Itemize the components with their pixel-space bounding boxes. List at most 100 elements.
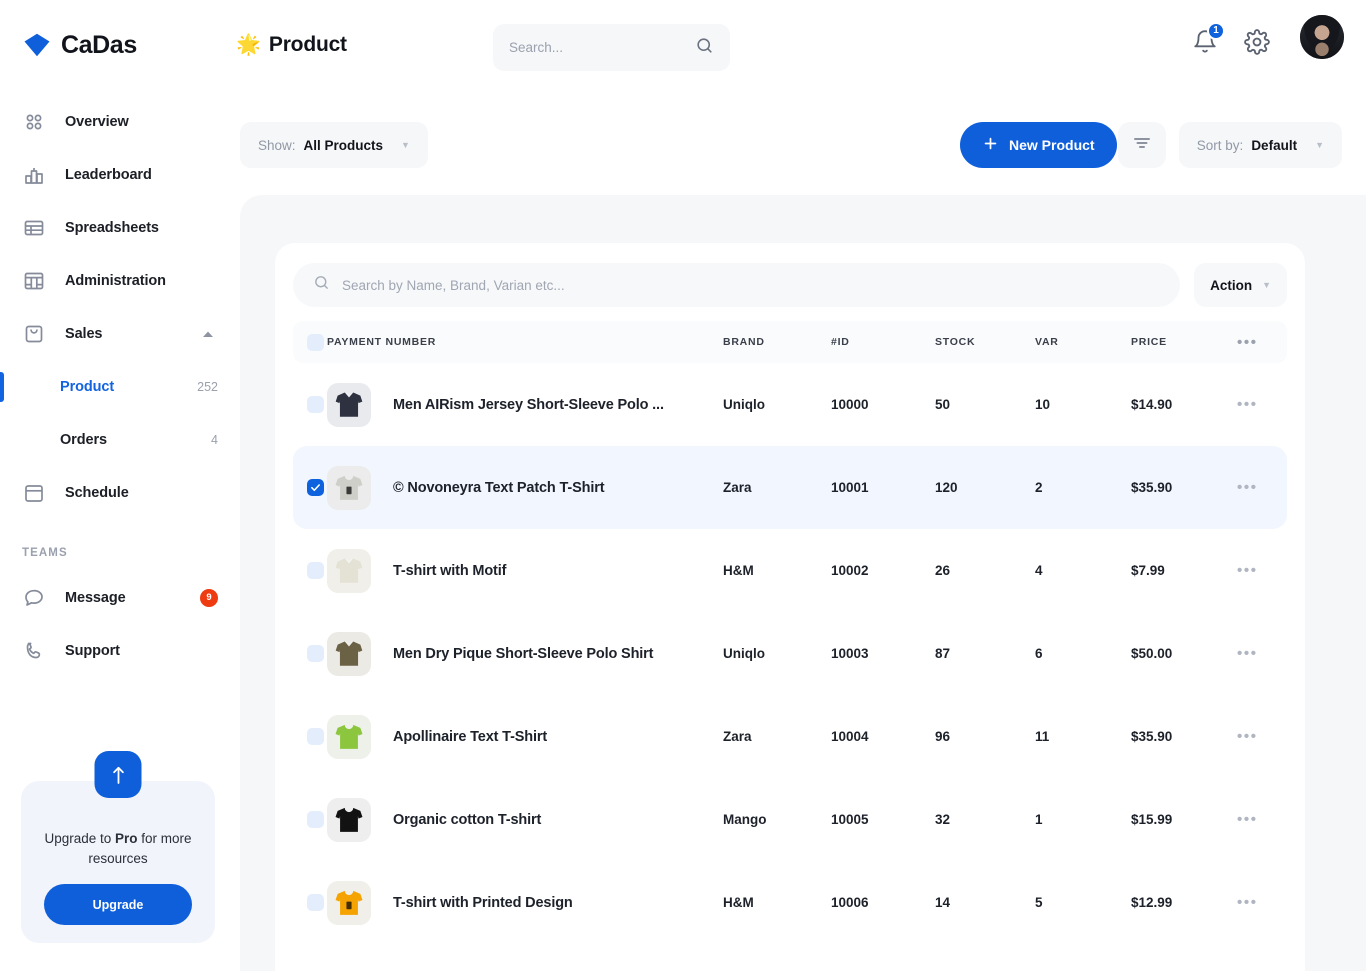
sidebar-item-leaderboard[interactable]: Leaderboard <box>0 148 240 201</box>
header-stock[interactable]: STOCK <box>935 321 1035 363</box>
row-checkbox[interactable] <box>307 396 324 413</box>
more-horizontal-icon[interactable]: ••• <box>1237 811 1258 828</box>
row-checkbox[interactable] <box>307 479 324 496</box>
sidebar-item-support[interactable]: Support <box>0 624 240 677</box>
row-checkbox[interactable] <box>307 645 324 662</box>
row-more-cell[interactable]: ••• <box>1237 695 1287 778</box>
sidebar-item-message[interactable]: Message 9 <box>0 571 240 624</box>
teams-section-label: TEAMS <box>22 547 68 559</box>
product-var: 4 <box>1035 563 1043 578</box>
row-select-cell[interactable] <box>293 363 327 446</box>
table-icon <box>22 216 46 240</box>
new-product-button[interactable]: New Product <box>960 122 1117 168</box>
chevron-down-icon: ▼ <box>1315 140 1324 150</box>
product-name: T-shirt with Motif <box>393 562 507 579</box>
avatar[interactable] <box>1300 15 1344 59</box>
row-name-cell: T-shirt with Motif <box>327 529 723 612</box>
more-horizontal-icon[interactable]: ••• <box>1237 396 1258 413</box>
header-id[interactable]: #ID <box>831 321 935 363</box>
sidebar-item-administration[interactable]: Administration <box>0 254 240 307</box>
table-header: PAYMENT NUMBER BRAND #ID STOCK VAR PRICE… <box>293 321 1287 363</box>
brand[interactable]: CaDas <box>22 30 137 60</box>
product-name: Apollinaire Text T-Shirt <box>393 728 548 745</box>
chevron-up-icon[interactable] <box>202 325 214 343</box>
avatar-image <box>1300 15 1344 59</box>
bell-icon[interactable]: 1 <box>1192 21 1225 55</box>
row-select-cell[interactable] <box>293 778 327 861</box>
table-row[interactable]: © Novoneyra Text Patch T-Shirt Zara 10001 1… <box>293 446 1287 529</box>
product-name: Organic cotton T-shirt <box>393 811 542 828</box>
table-row[interactable]: Men Dry Pique Short-Sleeve Polo Shirt Uni… <box>293 612 1287 695</box>
gear-icon[interactable] <box>1244 28 1270 55</box>
table-row[interactable]: Men AIRism Jersey Short-Sleeve Polo ... U… <box>293 363 1287 446</box>
more-horizontal-icon[interactable]: ••• <box>1237 645 1258 662</box>
product-name: T-shirt with Printed Design <box>393 894 573 911</box>
row-select-cell[interactable] <box>293 612 327 695</box>
product-id: 10003 <box>831 646 869 661</box>
product-thumbnail <box>327 797 371 842</box>
sidebar-item-spreadsheets[interactable]: Spreadsheets <box>0 201 240 254</box>
sort-label: Sort by: <box>1196 137 1244 153</box>
table-row[interactable]: T-shirt with Printed Design H&M 10006 14 5 $1… <box>293 861 1287 944</box>
header-brand[interactable]: BRAND <box>723 321 831 363</box>
header-var[interactable]: VAR <box>1035 321 1131 363</box>
more-horizontal-icon[interactable]: ••• <box>1237 562 1258 579</box>
product-price: $15.99 <box>1131 812 1173 827</box>
row-name-cell: Men Dry Pique Short-Sleeve Polo Shirt <box>327 612 723 695</box>
row-checkbox[interactable] <box>307 811 324 828</box>
header-more[interactable]: ••• <box>1237 321 1287 363</box>
products-table: PAYMENT NUMBER BRAND #ID STOCK VAR PRICE… <box>293 321 1287 944</box>
select-all-checkbox[interactable] <box>307 333 324 351</box>
global-search-placeholder: Search... <box>509 40 564 55</box>
sidebar-item-orders[interactable]: Orders 4 <box>0 413 240 466</box>
row-checkbox[interactable] <box>307 562 324 579</box>
row-checkbox[interactable] <box>307 728 324 745</box>
table-row[interactable]: Apollinaire Text T-Shirt Zara 10004 96 11 $35… <box>293 695 1287 778</box>
sidebar-subitem-count: 252 <box>197 379 218 394</box>
upgrade-card: Upgrade to Pro for more resources Upgrad… <box>21 751 215 943</box>
action-label: Action <box>1210 277 1253 293</box>
global-search-input[interactable]: Search... <box>493 24 730 71</box>
sidebar-item-product[interactable]: Product 252 <box>0 360 240 413</box>
sidebar-item-schedule[interactable]: Schedule <box>0 466 240 519</box>
product-stock: 26 <box>935 563 951 578</box>
row-select-cell[interactable] <box>293 695 327 778</box>
row-more-cell[interactable]: ••• <box>1237 529 1287 612</box>
table-row[interactable]: T-shirt with Motif H&M 10002 26 4 $7.99 ••• <box>293 529 1287 612</box>
product-id: 10004 <box>831 729 869 744</box>
sidebar-item-label: Sales <box>65 325 103 342</box>
sidebar-item-label: Support <box>65 642 120 659</box>
product-var: 11 <box>1035 729 1050 744</box>
table-row[interactable]: Organic cotton T-shirt Mango 10005 32 1 $15.9… <box>293 778 1287 861</box>
table-search-input[interactable]: Search by Name, Brand, Varian etc... <box>293 263 1181 307</box>
header-price[interactable]: PRICE <box>1131 321 1237 363</box>
sidebar-item-sales[interactable]: Sales <box>0 307 240 360</box>
row-more-cell[interactable]: ••• <box>1237 778 1287 861</box>
header-payment-number[interactable]: PAYMENT NUMBER <box>327 321 723 363</box>
row-more-cell[interactable]: ••• <box>1237 363 1287 446</box>
diamond-logo-icon <box>22 30 52 60</box>
action-dropdown[interactable]: Action ▼ <box>1194 263 1287 307</box>
row-select-cell[interactable] <box>293 446 327 529</box>
row-select-cell[interactable] <box>293 861 327 944</box>
row-more-cell[interactable]: ••• <box>1237 446 1287 529</box>
sidebar-item-overview[interactable]: Overview <box>0 95 240 148</box>
more-horizontal-icon[interactable]: ••• <box>1237 334 1258 351</box>
more-horizontal-icon[interactable]: ••• <box>1237 479 1258 496</box>
sort-dropdown[interactable]: Sort by: Default ▼ <box>1178 122 1342 168</box>
sidebar-subitem-label: Product <box>60 378 115 395</box>
filter-button[interactable] <box>1118 122 1166 168</box>
row-checkbox[interactable] <box>307 894 324 911</box>
upgrade-button[interactable]: Upgrade <box>44 884 192 926</box>
product-stock: 120 <box>935 446 1035 529</box>
more-horizontal-icon[interactable]: ••• <box>1237 894 1258 911</box>
sidebar-item-label: Spreadsheets <box>65 219 159 236</box>
select-all-header[interactable] <box>293 321 327 363</box>
product-brand: Mango <box>723 812 767 827</box>
show-filter-dropdown[interactable]: Show: All Products ▼ <box>240 122 428 168</box>
row-name-cell: T-shirt with Printed Design <box>327 861 723 944</box>
row-more-cell[interactable]: ••• <box>1237 861 1287 944</box>
more-horizontal-icon[interactable]: ••• <box>1237 728 1258 745</box>
row-more-cell[interactable]: ••• <box>1237 612 1287 695</box>
row-select-cell[interactable] <box>293 529 327 612</box>
